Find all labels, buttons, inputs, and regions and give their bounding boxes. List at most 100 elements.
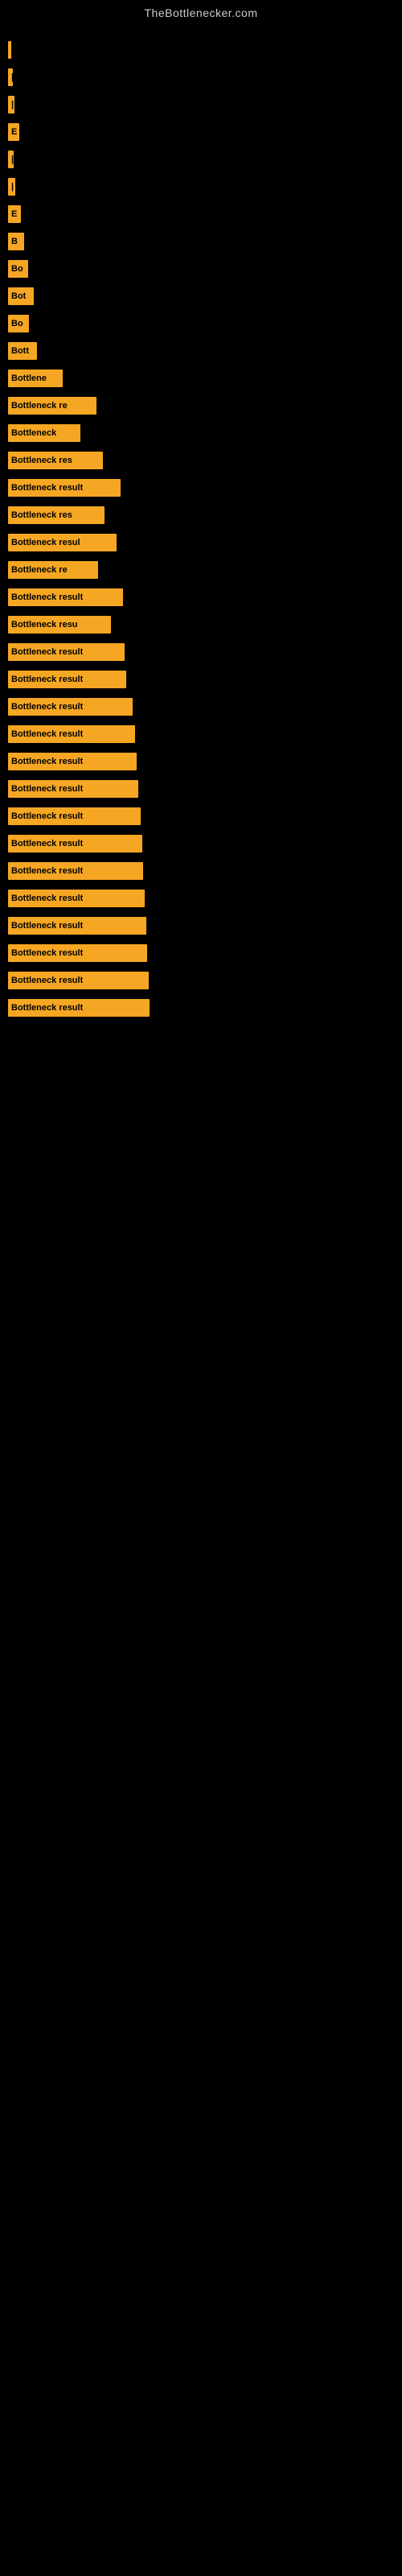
bar-item: Bottleneck result [8, 588, 123, 606]
bar-row: Bottleneck result [8, 805, 394, 828]
bar-label: Bottleneck result [11, 976, 83, 985]
bar-item: Bo [8, 315, 29, 332]
bar-label: Bottleneck result [11, 675, 83, 684]
bar-label: Bottleneck result [11, 839, 83, 848]
bar-item: E [8, 205, 21, 223]
bar-item: Bottleneck result [8, 643, 125, 661]
bar-row: Bottleneck res [8, 449, 394, 472]
bar-item: Bottleneck result [8, 917, 146, 935]
bar-row: Bottleneck result [8, 641, 394, 663]
bar-row: Bottleneck result [8, 969, 394, 992]
bar-label: Bottleneck result [11, 702, 83, 712]
bar-row: Bottleneck res [8, 504, 394, 526]
bar-row: | [8, 66, 394, 89]
bar-row: Bottleneck result [8, 997, 394, 1019]
site-title: TheBottlenecker.com [0, 0, 402, 23]
bar-item: Bottleneck result [8, 999, 150, 1017]
bar-item: Bottleneck result [8, 698, 133, 716]
bar-item: Bottleneck result [8, 862, 143, 880]
bar-row: Bottleneck result [8, 668, 394, 691]
bar-row: Bottleneck result [8, 860, 394, 882]
bar-label: Bottleneck result [11, 647, 83, 657]
bar-label: Bottleneck re [11, 401, 68, 411]
bar-row: E [8, 121, 394, 143]
bar-item: Bottleneck result [8, 835, 142, 852]
bar-row: Bottleneck result [8, 477, 394, 499]
bar-row: Bottleneck result [8, 887, 394, 910]
bar-label: Bottleneck result [11, 592, 83, 602]
bar-label: Bottleneck result [11, 757, 83, 766]
bar-item: | [8, 96, 14, 114]
bar-label: | [11, 72, 13, 82]
bar-label: Bottleneck res [11, 510, 72, 520]
bar-row: | [8, 93, 394, 116]
bar-item: Bottleneck result [8, 725, 135, 743]
bar-label: Bottleneck result [11, 948, 83, 958]
bar-item: Bottleneck result [8, 807, 141, 825]
bar-item: Bottleneck res [8, 506, 105, 524]
bar-label: E [11, 127, 17, 137]
bar-label: Bottleneck res [11, 456, 72, 465]
bar-label: Bottleneck result [11, 784, 83, 794]
bar-item: Bottleneck result [8, 944, 147, 962]
bar-row: | [8, 39, 394, 61]
bar-item: Bott [8, 342, 37, 360]
bar-label: Bottleneck result [11, 811, 83, 821]
bar-item: Bottleneck resul [8, 534, 117, 551]
bar-row: Bottleneck result [8, 723, 394, 745]
bar-row: Bottleneck resu [8, 613, 394, 636]
bar-item: Bottleneck resu [8, 616, 111, 634]
bar-label: Bo [11, 319, 23, 328]
bar-item: Bottleneck result [8, 972, 149, 989]
bar-label: Bottleneck resu [11, 620, 78, 630]
bar-row: Bottleneck result [8, 586, 394, 609]
bar-row: | [8, 148, 394, 171]
bar-label: Bottleneck result [11, 894, 83, 903]
bar-label: | [11, 182, 14, 192]
bar-item: Bottleneck res [8, 452, 103, 469]
bar-row: Bottleneck result [8, 750, 394, 773]
bars-container: | | | E | | E B Bo Bot Bo Bott Bottlene Bottleneck re… [0, 23, 402, 1032]
bar-label: Bottleneck [11, 428, 56, 438]
bar-item: Bottleneck result [8, 780, 138, 798]
bar-row: Bottleneck result [8, 914, 394, 937]
bar-item: | [8, 178, 15, 196]
bar-label: Bottleneck result [11, 729, 83, 739]
bar-row: Bot [8, 285, 394, 308]
bar-item: Bottleneck result [8, 753, 137, 770]
bar-item: Bottleneck result [8, 890, 145, 907]
bar-label: Bottleneck result [11, 866, 83, 876]
bar-item: Bottleneck result [8, 479, 121, 497]
bar-label: Bottlene [11, 374, 47, 383]
bar-row: Bottleneck result [8, 832, 394, 855]
bar-row: Bo [8, 258, 394, 280]
bar-row: Bott [8, 340, 394, 362]
bar-item: Bo [8, 260, 28, 278]
bar-row: Bottleneck resul [8, 531, 394, 554]
bar-label: Bo [11, 264, 23, 274]
bar-row: Bottleneck result [8, 696, 394, 718]
bar-item: E [8, 123, 19, 141]
bar-label: Bottleneck result [11, 921, 83, 931]
bar-label: Bottleneck result [11, 483, 83, 493]
bar-item: Bot [8, 287, 34, 305]
bar-row: Bottleneck result [8, 778, 394, 800]
bar-item: Bottleneck result [8, 671, 126, 688]
bar-item: | [8, 151, 14, 168]
bar-row: Bo [8, 312, 394, 335]
bar-label: Bottleneck result [11, 1003, 83, 1013]
bar-row: Bottleneck re [8, 394, 394, 417]
bar-label: | [11, 100, 14, 109]
bar-label: Bottleneck re [11, 565, 68, 575]
bar-row: E [8, 203, 394, 225]
bar-item: | [8, 68, 13, 86]
bar-label: E [11, 209, 17, 219]
bar-item: B [8, 233, 24, 250]
bar-row: B [8, 230, 394, 253]
bar-row: Bottleneck [8, 422, 394, 444]
bar-item: | [8, 41, 11, 59]
bar-label: Bottleneck resul [11, 538, 80, 547]
bar-item: Bottleneck re [8, 397, 96, 415]
bar-item: Bottleneck [8, 424, 80, 442]
bar-row: Bottleneck re [8, 559, 394, 581]
